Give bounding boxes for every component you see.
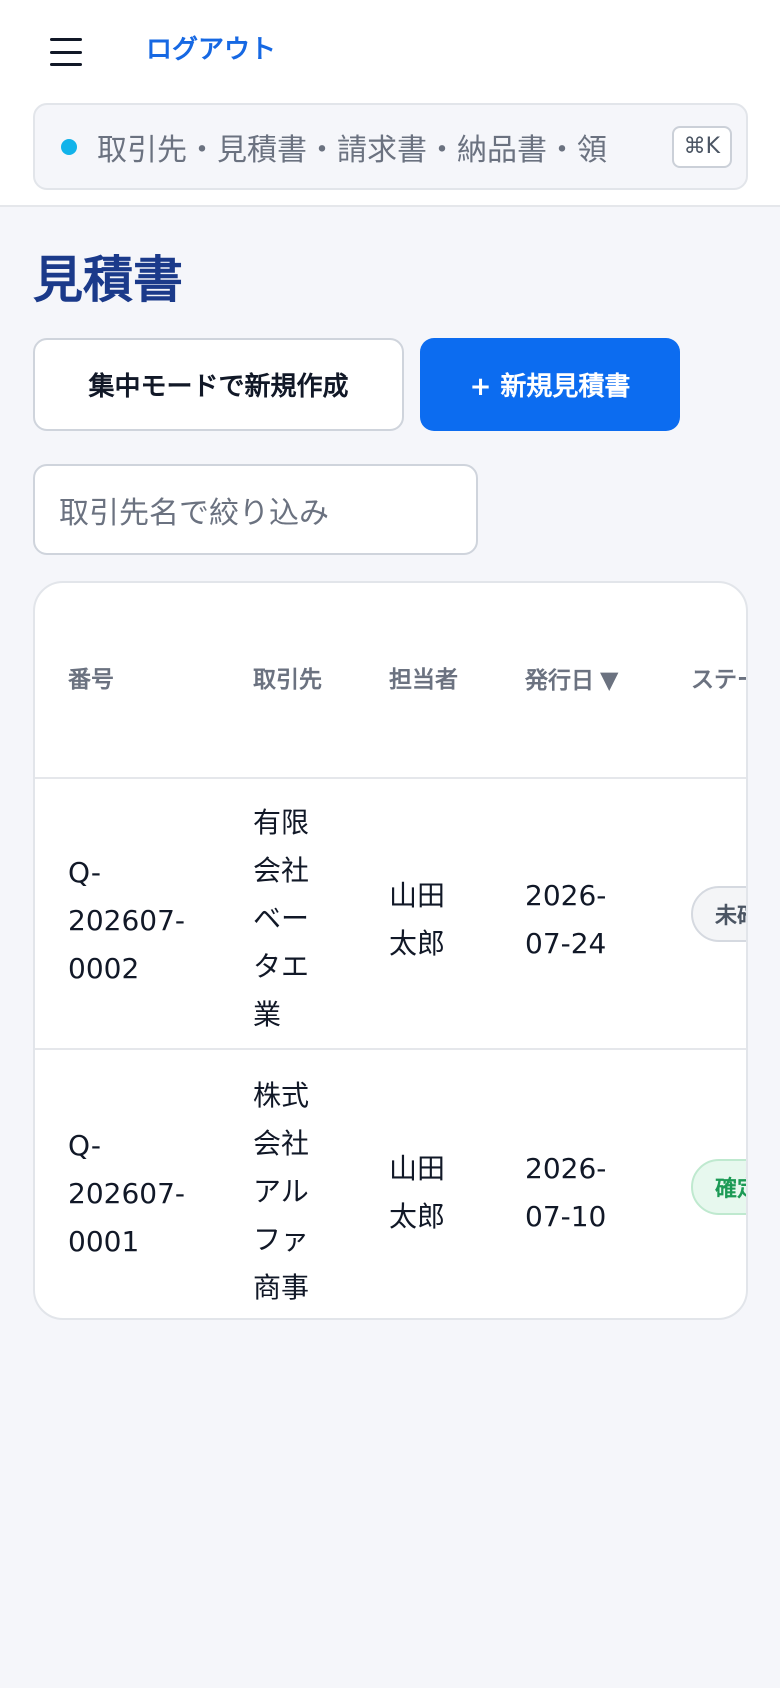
page-title: 見積書 [33,251,183,309]
quote-number: Q- 202607- 0001 [68,1129,185,1258]
status-badge: 確定 [691,1159,746,1215]
owner-name: 山田 太郎 [389,1152,446,1233]
client-filter-input[interactable]: 取引先名で絞り込み [33,464,478,555]
column-header-number[interactable]: 番号 [68,665,114,695]
table-row[interactable]: Q- 202607- 0001 株式 会社 アル ファ 商事 山田 太郎 202… [35,1052,746,1318]
top-bar: ログアウト 取引先・見積書・請求書・納品書・領 ⌘K [0,0,780,207]
column-header-client[interactable]: 取引先 [253,665,322,695]
table-row[interactable]: Q- 202607- 0002 有限 会社 ベー タエ 業 山田 太郎 2026… [35,779,746,1050]
search-placeholder: 取引先・見積書・請求書・納品書・領 [97,132,607,168]
status-badge: 未確 [691,886,746,942]
client-name: 株式 会社 アル ファ 商事 [253,1079,310,1304]
new-quote-button[interactable]: + 新規見積書 [420,338,680,431]
quotes-table: 番号 取引先 担当者 発行日▼ ステー Q- 202607- 0002 有限 会… [33,581,748,1320]
menu-icon[interactable] [50,36,82,68]
column-header-owner[interactable]: 担当者 [389,665,458,695]
table-header: 番号 取引先 担当者 発行日▼ ステー [35,583,746,779]
sort-descending-icon: ▼ [600,666,619,694]
owner-name: 山田 太郎 [389,879,446,960]
issue-date: 2026- 07-24 [525,879,607,960]
shortcut-hint: ⌘K [671,125,732,168]
logout-link[interactable]: ログアウト [146,32,276,68]
issue-date: 2026- 07-10 [525,1152,607,1233]
quote-number: Q- 202607- 0002 [68,856,185,985]
status-dot-icon [61,138,77,155]
issue-date-label: 発行日 [525,668,594,694]
focus-create-button[interactable]: 集中モードで新規作成 [33,338,404,431]
global-search[interactable]: 取引先・見積書・請求書・納品書・領 ⌘K [33,103,748,190]
column-header-issue-date[interactable]: 発行日 ▼ [525,665,618,696]
client-name: 有限 会社 ベー タエ 業 [253,806,310,1031]
column-header-status[interactable]: ステー [691,665,746,695]
